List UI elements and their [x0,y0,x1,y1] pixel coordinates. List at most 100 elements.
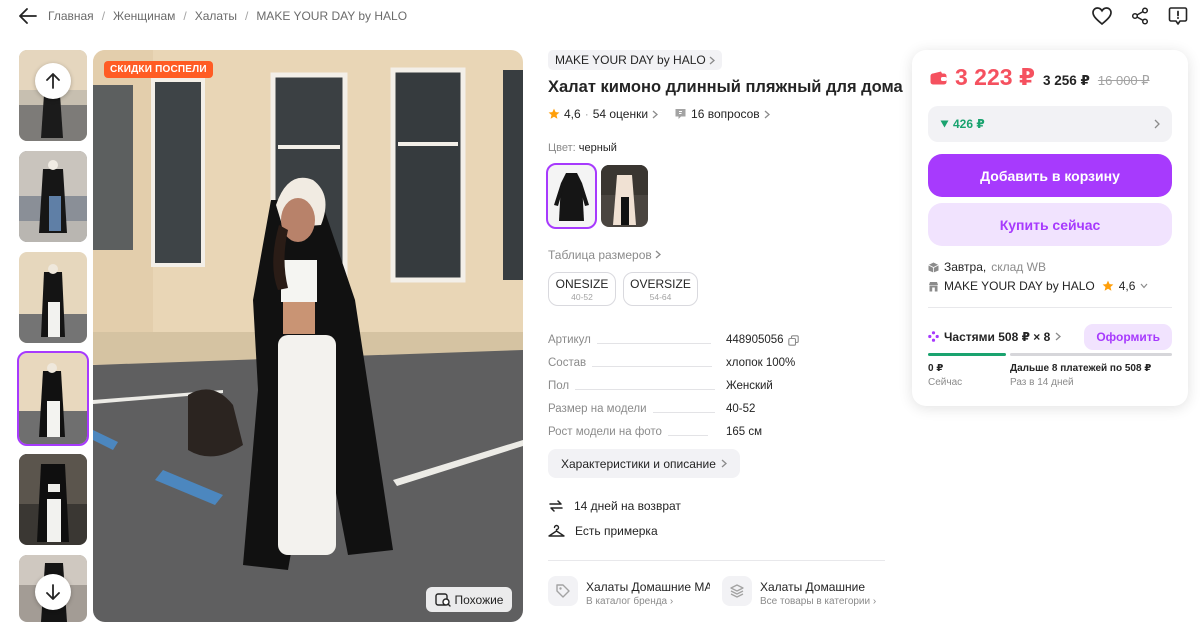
price-card: 3 223 ₽ 3 256 ₽ 16 000 ₽ 426 ₽ Добавить … [912,50,1188,406]
thumbnail-3[interactable] [19,252,87,343]
return-arrows-icon [549,500,563,512]
star-icon [548,108,560,119]
arrow-up-icon [46,73,60,89]
feedback-icon [1168,7,1188,25]
stack-icon [722,576,752,606]
thumbnails-scroll-down-button[interactable] [35,574,71,610]
brand-name: MAKE YOUR DAY by HALO [555,53,706,67]
spec-row-gender: Пол Женский [548,380,773,392]
cashback-row[interactable]: 426 ₽ [928,106,1172,142]
installment-link[interactable]: Частями 508 ₽ × 8 [928,330,1062,344]
chevron-down-icon [1140,283,1148,289]
thumbnail-2[interactable] [19,151,87,242]
thumbnail-image [19,151,87,242]
chevron-right-icon [652,110,659,118]
star-icon [1102,280,1114,291]
spec-row-model-size: Размер на модели 40-52 [548,403,756,415]
category-link[interactable]: Халаты Домашние Все товары в категории › [722,576,884,607]
brand-catalog-link[interactable]: Халаты Домашние MAKE YOUR DAY by HALO В … [548,576,710,607]
characteristics-button[interactable]: Характеристики и описание [548,449,740,478]
color-option-black[interactable] [546,163,597,229]
tag-icon [548,576,578,606]
size-table-link[interactable]: Таблица размеров [548,248,662,262]
price-without-wallet: 3 256 ₽ [1042,73,1090,88]
buy-now-button[interactable]: Купить сейчас [928,203,1172,246]
sale-badge: СКИДКИ ПОСПЕЛИ [104,61,213,78]
installment-progress-now [928,353,1006,356]
breadcrumb-brand[interactable]: MAKE YOUR DAY by HALO [256,9,407,23]
similar-label: Похожие [454,592,504,607]
swatch-image [601,165,648,227]
questions-link[interactable]: 16 вопросов [691,107,760,121]
thumbnail-image [19,252,87,343]
breadcrumb-women[interactable]: Женщинам [113,9,175,23]
wallet-icon [930,71,947,84]
spec-row-article: Артикул 448905056 [548,330,888,346]
brand-link[interactable]: MAKE YOUR DAY by HALO [548,50,722,70]
thumbnail-5[interactable] [19,454,87,545]
divider [928,307,1172,308]
thumbnail-6[interactable] [19,555,87,622]
rating-row: 4,6 · 54 оценки 16 вопросов [548,107,770,121]
size-option-onesize[interactable]: ONESIZE 40-52 [548,272,616,306]
thumbnail-1[interactable] [19,50,87,141]
reviews-link[interactable]: 54 оценки [593,107,648,121]
copy-icon[interactable] [787,334,799,346]
rating-value: 4,6 [564,107,581,121]
article-number: 448905056 [726,334,784,346]
installment-logo-icon [928,331,939,342]
favorite-button[interactable] [1090,4,1114,28]
thumbnail-4[interactable] [17,351,89,446]
chevron-right-icon [1154,119,1160,129]
triangle-down-icon [940,120,949,128]
heart-icon [1092,7,1112,25]
arrow-down-icon [46,584,60,600]
color-label: Цвет: черный [548,142,617,154]
seller-rating: 4,6 [1118,279,1136,293]
thumbnails-scroll-up-button[interactable] [35,63,71,99]
breadcrumb-robes[interactable]: Халаты [195,9,237,23]
fitting-available: Есть примерка [548,524,658,538]
breadcrumb-home[interactable]: Главная [48,9,94,23]
back-arrow-icon [19,8,37,24]
price-row: 3 223 ₽ 3 256 ₽ 16 000 ₽ [930,64,1150,91]
old-price: 16 000 ₽ [1097,73,1150,88]
seller-info[interactable]: MAKE YOUR DAY by HALO 4,6 [928,279,1148,293]
cashback-value: 426 ₽ [953,117,985,131]
product-photo-image [93,50,523,622]
thumbnail-image [19,454,87,545]
pay-now: 0 ₽ Сейчас [928,363,963,388]
hanger-icon [548,524,565,537]
back-button[interactable] [16,4,40,28]
thumbnail-image [19,353,87,444]
return-policy: 14 дней на возврат [548,498,681,514]
installment-apply-button[interactable]: Оформить [1084,323,1172,350]
similar-button[interactable]: Похожие [426,587,512,612]
shop-icon [929,281,938,291]
chevron-right-icon [721,459,727,468]
breadcrumb: Главная / Женщинам / Халаты / MAKE YOUR DAY… [48,9,408,23]
spec-row-composition: Состав хлопок 100% [548,357,796,369]
color-value: черный [578,142,617,154]
share-button[interactable] [1128,4,1152,28]
chevron-right-icon [655,250,662,259]
delivery-info: Завтра, склад WB [928,260,1046,274]
feedback-button[interactable] [1166,4,1190,28]
chevron-right-icon [1055,332,1062,341]
main-product-photo[interactable] [93,50,523,622]
product-title: Халат кимоно длинный пляжный для дома [548,78,903,96]
installment-row: Частями 508 ₽ × 8 Оформить [928,323,1172,350]
size-option-oversize[interactable]: OVERSIZE 54-64 [623,272,698,306]
image-search-icon [434,592,451,607]
chevron-right-icon [764,110,770,118]
question-icon [675,109,686,119]
swatch-image [548,165,595,227]
delivery-icon [928,262,939,272]
add-to-cart-button[interactable]: Добавить в корзину [928,154,1172,197]
chevron-right-icon [709,56,715,64]
seller-name: MAKE YOUR DAY by HALO [944,279,1095,293]
share-icon [1131,7,1149,25]
price-with-wallet: 3 223 ₽ [955,64,1035,90]
installment-progress-later [1010,353,1172,356]
color-option-photo[interactable] [601,165,648,227]
